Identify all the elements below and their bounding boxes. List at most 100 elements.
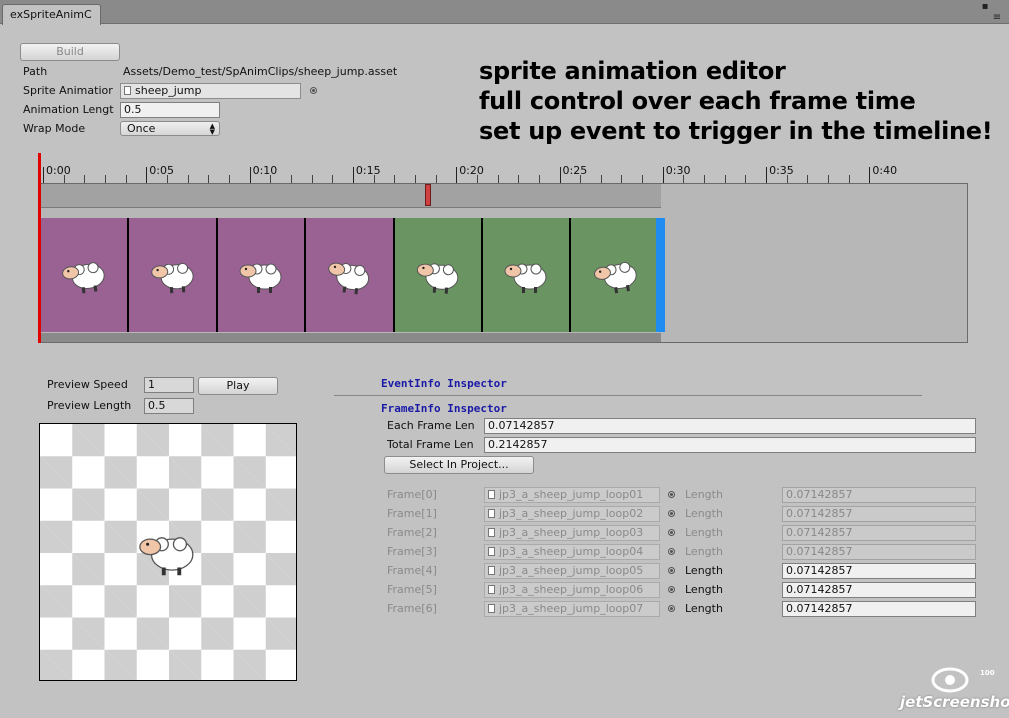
ruler-tick-label: 0:15	[355, 164, 381, 177]
preview-length-input[interactable]: 0.5	[144, 398, 194, 414]
wrap-mode-select[interactable]: Once ▲ ▼	[120, 121, 220, 136]
preview-speed-input[interactable]: 1	[144, 377, 194, 393]
ruler-major-tick	[766, 167, 768, 183]
event-track[interactable]	[41, 184, 661, 208]
frame-row-label: Frame[3]	[387, 545, 437, 558]
frame-asset-picker-icon[interactable]	[668, 605, 675, 612]
sprite-animation-field[interactable]: sheep_jump	[120, 83, 301, 99]
frame-length-input[interactable]: 0.07142857	[782, 525, 976, 541]
frameinfo-inspector-title: FrameInfo Inspector	[381, 402, 507, 415]
frame-length-input[interactable]: 0.07142857	[782, 582, 976, 598]
frame-asset-picker-icon[interactable]	[668, 548, 675, 555]
timeline-frame[interactable]	[394, 218, 483, 332]
playhead-cursor[interactable]	[38, 153, 41, 343]
frame-asset-picker-icon[interactable]	[668, 491, 675, 498]
ruler-minor-tick	[332, 175, 334, 183]
wrap-mode-label: Wrap Mode	[23, 122, 86, 135]
ruler-minor-tick	[724, 175, 726, 183]
frame-asset-value: jp3_a_sheep_jump_loop01	[499, 488, 644, 501]
timeline-ruler[interactable]: 0:00 0:05 0:10 0:15 0:20 0:25 0:30 0:35 0:40	[40, 153, 970, 183]
timeline-frame[interactable]	[129, 218, 218, 332]
updown-arrows-icon: ▲ ▼	[209, 122, 215, 136]
frame-length-input[interactable]: 0.07142857	[782, 601, 976, 617]
ruler-minor-tick	[270, 175, 272, 183]
event-marker[interactable]	[425, 184, 431, 206]
end-marker-handle[interactable]	[656, 218, 665, 332]
sheep-preview-image	[139, 537, 194, 576]
animation-length-input[interactable]: 0.5	[120, 102, 220, 118]
ruler-minor-tick	[580, 175, 582, 183]
ruler-minor-tick	[642, 175, 644, 183]
sheep-frame-thumbnail	[593, 261, 637, 294]
timeline-frame[interactable]	[217, 218, 307, 332]
frame-length-label: Length	[685, 545, 723, 558]
watermark-badge: 100	[980, 669, 995, 677]
ruler-minor-tick	[600, 175, 602, 183]
frame-length-input[interactable]: 0.07142857	[782, 544, 976, 560]
ruler-minor-tick	[518, 175, 520, 183]
frame-length-label: Length	[685, 564, 723, 577]
frame-row-label: Frame[6]	[387, 602, 437, 615]
frame-asset-value: jp3_a_sheep_jump_loop04	[499, 545, 644, 558]
ruler-minor-tick	[104, 175, 106, 183]
frame-asset-field[interactable]: jp3_a_sheep_jump_loop04	[484, 544, 660, 560]
frame-asset-value: jp3_a_sheep_jump_loop05	[499, 564, 644, 577]
ruler-minor-tick	[373, 175, 375, 183]
ruler-major-tick	[249, 167, 251, 183]
timeline-frame[interactable]	[306, 218, 395, 332]
frame-asset-picker-icon[interactable]	[668, 529, 675, 536]
total-frame-len-label: Total Frame Len	[387, 438, 474, 451]
ruler-minor-tick	[683, 175, 685, 183]
timeline-frame[interactable]	[41, 218, 130, 332]
frame-asset-field[interactable]: jp3_a_sheep_jump_loop06	[484, 582, 660, 598]
frame-asset-field[interactable]: jp3_a_sheep_jump_loop02	[484, 506, 660, 522]
overlay-line-2: full control over each frame time	[479, 87, 916, 115]
ruler-minor-tick	[538, 175, 540, 183]
sheep-frame-thumbnail	[239, 263, 282, 293]
frame-asset-value: jp3_a_sheep_jump_loop03	[499, 526, 644, 539]
select-in-project-button[interactable]: Select In Project...	[384, 456, 534, 474]
promo-overlay-text: sprite animation editor full control ove…	[479, 56, 993, 146]
ruler-major-tick	[43, 167, 44, 183]
frame-asset-picker-icon[interactable]	[668, 567, 675, 574]
preview-length-label: Preview Length	[47, 399, 132, 412]
frame-length-input[interactable]: 0.07142857	[782, 506, 976, 522]
frame-length-label: Length	[685, 507, 723, 520]
each-frame-len-input[interactable]: 0.07142857	[484, 418, 976, 434]
object-picker-icon[interactable]	[310, 87, 317, 94]
frame-scroll-bar[interactable]	[41, 333, 661, 342]
sprite-file-icon	[488, 604, 495, 613]
frame-asset-field[interactable]: jp3_a_sheep_jump_loop03	[484, 525, 660, 541]
frame-asset-picker-icon[interactable]	[668, 510, 675, 517]
sprite-file-icon	[488, 509, 495, 518]
tab-bar: exSpriteAnimC ▪ ≡	[0, 0, 1009, 25]
timeline-track[interactable]	[40, 183, 968, 343]
timeline-frame[interactable]	[483, 218, 572, 332]
ruler-major-tick	[869, 167, 871, 183]
frame-asset-field[interactable]: jp3_a_sheep_jump_loop07	[484, 601, 660, 617]
build-button[interactable]: Build	[20, 43, 120, 61]
ruler-major-tick	[662, 167, 664, 183]
frame-asset-picker-icon[interactable]	[668, 586, 675, 593]
ruler-minor-tick	[704, 175, 706, 183]
sheep-frame-thumbnail	[150, 262, 194, 294]
ruler-minor-tick	[848, 175, 850, 183]
ruler-minor-tick	[187, 175, 189, 183]
frame-asset-field[interactable]: jp3_a_sheep_jump_loop05	[484, 563, 660, 579]
play-button[interactable]: Play	[198, 377, 278, 395]
sprite-file-icon	[488, 528, 495, 537]
timeline-frame[interactable]	[571, 218, 660, 332]
total-frame-len-input[interactable]: 0.2142857	[484, 437, 976, 453]
frame-length-input[interactable]: 0.07142857	[782, 487, 976, 503]
tab-exspriteanim[interactable]: exSpriteAnimC	[2, 4, 101, 25]
frame-row-label: Frame[0]	[387, 488, 437, 501]
window-menu-icon[interactable]: ▪	[978, 2, 992, 12]
ruler-minor-tick	[290, 175, 292, 183]
ruler-tick-label: 0:05	[149, 164, 174, 177]
window-options-icon[interactable]: ≡	[990, 13, 1004, 23]
sheep-frame-thumbnail	[328, 262, 370, 295]
ruler-major-tick	[559, 167, 561, 183]
inspector-divider	[334, 395, 922, 396]
frame-asset-field[interactable]: jp3_a_sheep_jump_loop01	[484, 487, 660, 503]
frame-length-input[interactable]: 0.07142857	[782, 563, 976, 579]
